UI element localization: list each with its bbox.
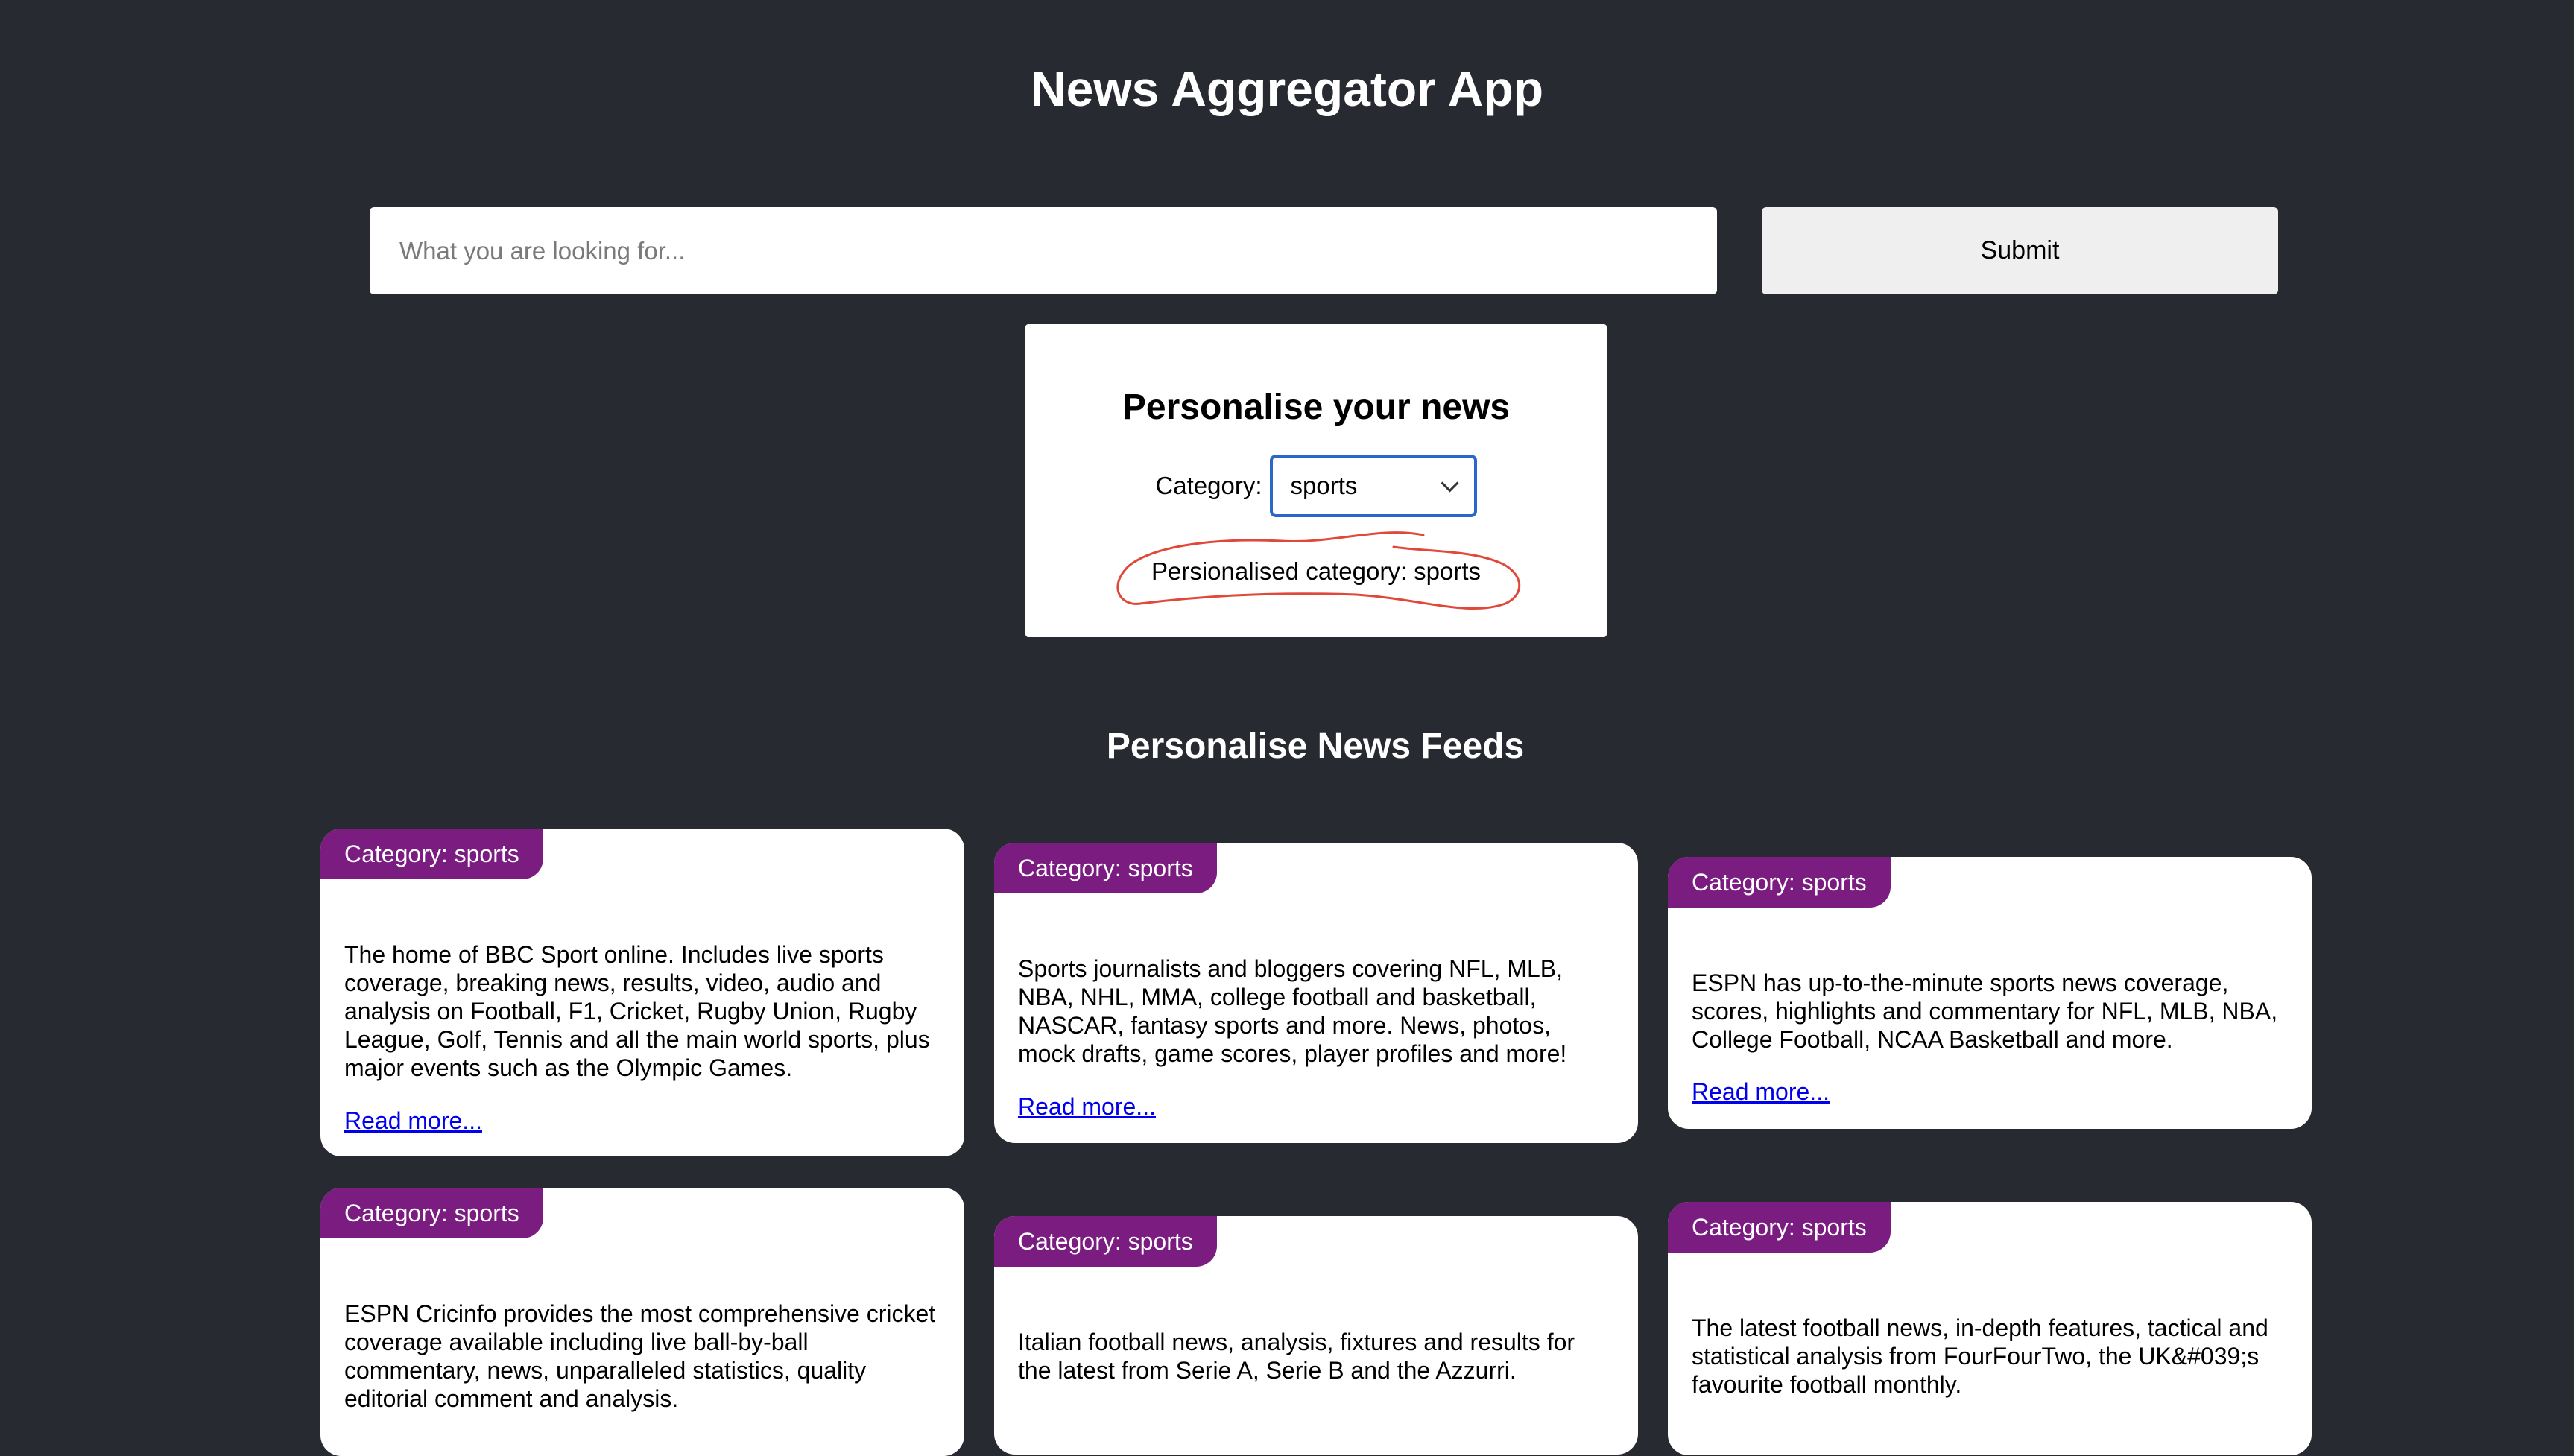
news-card: Category: sports The home of BBC Sport o…	[320, 829, 964, 1156]
category-badge: Category: sports	[1668, 857, 1891, 908]
read-more-link[interactable]: Read more...	[344, 1107, 482, 1135]
annotation-stroke	[1116, 531, 1521, 610]
category-badge: Category: sports	[994, 1216, 1217, 1267]
category-badge: Category: sports	[320, 1188, 543, 1238]
app-title: News Aggregator App	[1030, 61, 1544, 116]
annotation-circle	[1116, 531, 1521, 610]
category-select[interactable]: sports	[1269, 455, 1477, 517]
category-badge: Category: sports	[1668, 1202, 1891, 1253]
news-card: Category: sports The latest football new…	[1668, 1202, 2312, 1455]
news-card: Category: sports ESPN Cricinfo provides …	[320, 1188, 964, 1456]
search-input[interactable]	[370, 207, 1717, 294]
panel-title: Personalise your news	[1122, 387, 1511, 427]
news-card: Category: sports Italian football news, …	[994, 1216, 1638, 1455]
category-select-value: sports	[1290, 472, 1358, 499]
card-description: ESPN has up-to-the-minute sports news co…	[1692, 969, 2278, 1053]
submit-button[interactable]: Submit	[1762, 207, 2278, 294]
read-more-link[interactable]: Read more...	[1692, 1077, 1830, 1106]
category-badge: Category: sports	[320, 829, 543, 879]
card-description: The home of BBC Sport online. Includes l…	[344, 941, 930, 1081]
chevron-down-icon	[1441, 473, 1459, 493]
news-card: Category: sports Sports journalists and …	[994, 843, 1638, 1143]
card-description: Sports journalists and bloggers covering…	[1018, 955, 1567, 1067]
category-row: Category: sports	[1025, 455, 1607, 517]
news-card: Category: sports ESPN has up-to-the-minu…	[1668, 857, 2312, 1129]
read-more-link[interactable]: Read more...	[1018, 1092, 1156, 1121]
category-badge: Category: sports	[994, 843, 1217, 893]
card-description: The latest football news, in-depth featu…	[1692, 1314, 2268, 1398]
card-description: Italian football news, analysis, fixture…	[1018, 1329, 1575, 1384]
card-description: ESPN Cricinfo provides the most comprehe…	[344, 1300, 936, 1412]
feeds-section-title: Personalise News Feeds	[1106, 727, 1525, 766]
category-label: Category:	[1155, 472, 1262, 499]
